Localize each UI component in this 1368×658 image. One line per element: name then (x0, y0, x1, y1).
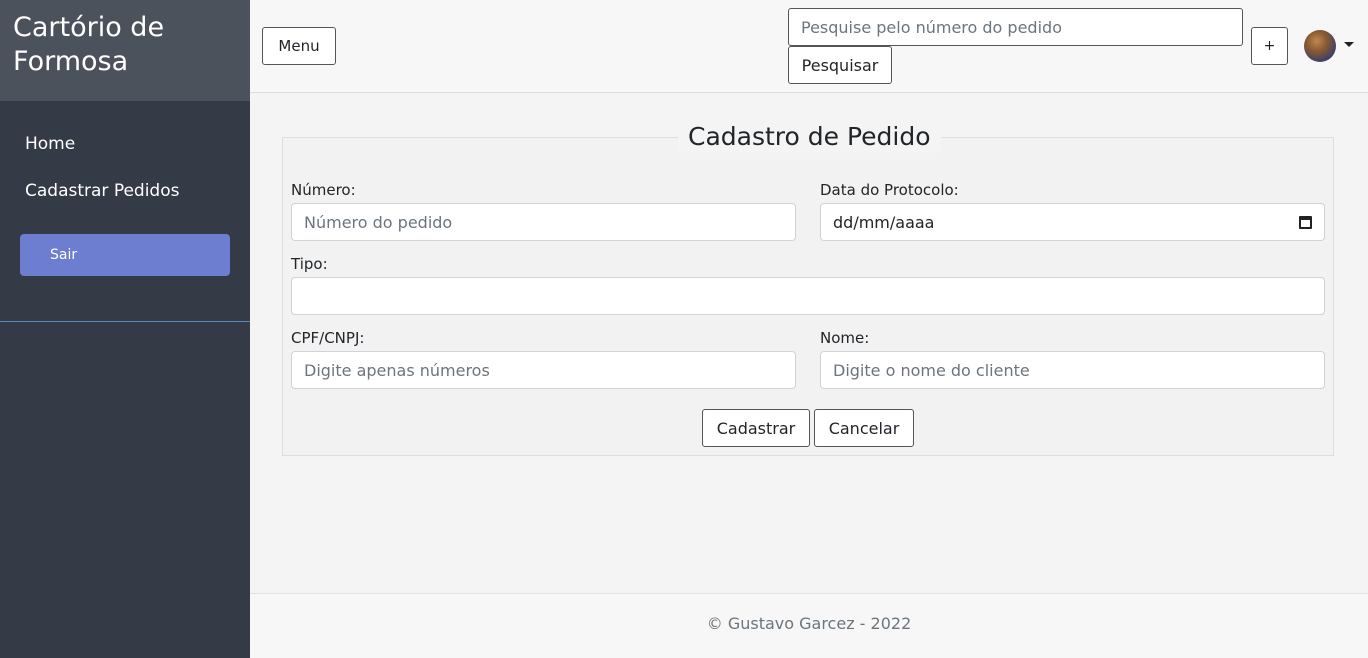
sidebar-nav: Home Cadastrar Pedidos (0, 101, 250, 225)
sidebar-divider (0, 321, 250, 322)
menu-button[interactable]: Menu (262, 27, 336, 65)
footer-copyright: © Gustavo Garcez - 2022 (706, 614, 912, 633)
cpf-cnpj-input[interactable] (291, 351, 796, 389)
numero-label: Número: (291, 181, 356, 199)
top-bar: Menu Pesquisar + (250, 0, 1368, 93)
logout-button[interactable]: Sair (20, 234, 230, 276)
user-avatar[interactable] (1304, 30, 1336, 62)
nome-label: Nome: (820, 329, 870, 347)
form-title: Cadastro de Pedido (678, 121, 941, 153)
sidebar-item-home[interactable]: Home (0, 131, 250, 178)
sidebar-item-cadastrar-pedidos[interactable]: Cadastrar Pedidos (0, 178, 250, 225)
calendar-icon[interactable] (1299, 215, 1312, 229)
sidebar: Cartório de Formosa Home Cadastrar Pedid… (0, 0, 250, 658)
chevron-down-icon[interactable] (1344, 42, 1354, 47)
data-protocolo-input[interactable]: dd/mm/aaaa (820, 203, 1325, 241)
cadastrar-button[interactable]: Cadastrar (702, 409, 810, 447)
date-value: dd/mm/aaaa (833, 212, 935, 232)
search-button[interactable]: Pesquisar (788, 46, 892, 84)
add-button[interactable]: + (1251, 27, 1288, 65)
tipo-input[interactable] (291, 277, 1325, 315)
footer: © Gustavo Garcez - 2022 (250, 593, 1368, 658)
data-protocolo-label: Data do Protocolo: (820, 181, 959, 199)
brand-title: Cartório de Formosa (0, 0, 250, 101)
search-input[interactable] (788, 8, 1243, 46)
cpf-cnpj-label: CPF/CNPJ: (291, 329, 365, 347)
nome-input[interactable] (820, 351, 1325, 389)
cancelar-button[interactable]: Cancelar (814, 409, 914, 447)
numero-input[interactable] (291, 203, 796, 241)
tipo-label: Tipo: (291, 255, 328, 273)
